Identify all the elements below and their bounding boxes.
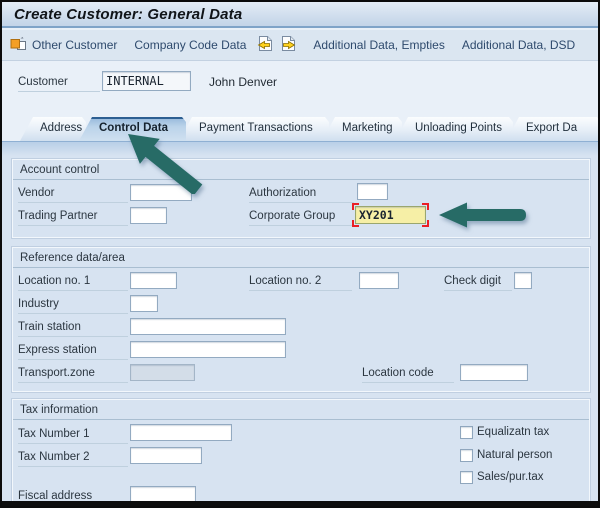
other-customer-label: Other Customer (32, 38, 117, 52)
additional-data-dsd-label: Additional Data, DSD (462, 38, 575, 52)
vendor-label: Vendor (18, 186, 128, 203)
sales-pur-tax-checkbox[interactable] (460, 471, 473, 484)
trading-partner-label: Trading Partner (18, 209, 128, 226)
tab-export-data[interactable]: Export Da (506, 117, 600, 141)
tab-unloading-points[interactable]: Unloading Points (395, 117, 513, 141)
train-station-input[interactable] (130, 318, 286, 335)
customer-input[interactable]: INTERNAL (102, 71, 191, 91)
company-code-data-button[interactable]: Company Code Data (134, 38, 246, 52)
tab-export-data-label: Export Da (526, 122, 577, 134)
location1-input[interactable] (130, 272, 177, 289)
customer-label: Customer (18, 75, 100, 92)
customer-name-text: John Denver (209, 75, 277, 89)
application-toolbar: Other Customer Company Code Data (2, 30, 598, 61)
industry-input[interactable] (130, 295, 158, 312)
tax-number-1-input[interactable] (130, 424, 232, 441)
annotation-arrow-control-data-icon (120, 128, 210, 194)
location-code-input[interactable] (460, 364, 528, 381)
other-customer-icon (10, 36, 27, 54)
next-screen-button[interactable] (279, 35, 296, 55)
additional-data-empties-label: Additional Data, Empties (313, 38, 444, 52)
sales-pur-tax-label: Sales/pur.tax (477, 471, 543, 483)
other-customer-button[interactable]: Other Customer (10, 36, 117, 54)
group-reference-data-title: Reference data/area (13, 248, 589, 268)
tab-marketing-label: Marketing (342, 122, 393, 134)
tab-address-label: Address (40, 122, 82, 134)
tax-number-1-label: Tax Number 1 (18, 427, 128, 444)
industry-label: Industry (18, 297, 128, 314)
page-arrow-left-icon (256, 35, 273, 55)
natural-person-checkbox[interactable] (460, 449, 473, 462)
annotation-arrow-corporate-group-icon (436, 201, 528, 229)
tab-marketing[interactable]: Marketing (322, 117, 402, 141)
group-account-control-title: Account control (13, 160, 589, 180)
location-code-label: Location code (362, 366, 454, 383)
location1-label: Location no. 1 (18, 274, 128, 291)
transport-zone-input[interactable] (130, 364, 195, 381)
natural-person-label: Natural person (477, 449, 552, 461)
transport-zone-label: Transport.zone (18, 366, 128, 383)
window-title-bar: Create Customer: General Data (2, 2, 598, 28)
tax-number-2-label: Tax Number 2 (18, 450, 128, 467)
check-digit-label: Check digit (444, 274, 512, 291)
group-tax-information-title: Tax information (13, 400, 589, 420)
train-station-label: Train station (18, 320, 128, 337)
check-digit-input[interactable] (514, 272, 532, 289)
trading-partner-input[interactable] (130, 207, 167, 224)
page-arrow-right-icon (279, 35, 296, 55)
page-title: Create Customer: General Data (2, 6, 242, 23)
location2-label: Location no. 2 (249, 274, 352, 291)
authorization-input[interactable] (357, 183, 388, 200)
tab-unloading-points-label: Unloading Points (415, 122, 502, 134)
sap-window: Create Customer: General Data Other Cust… (0, 0, 600, 508)
tax-number-2-input[interactable] (130, 447, 202, 464)
express-station-input[interactable] (130, 341, 286, 358)
corporate-group-selection: XY201 (352, 203, 429, 227)
additional-data-empties-button[interactable]: Additional Data, Empties (313, 38, 444, 52)
company-code-data-label: Company Code Data (134, 38, 246, 52)
location2-input[interactable] (359, 272, 399, 289)
additional-data-dsd-button[interactable]: Additional Data, DSD (462, 38, 575, 52)
tab-payment-transactions-label: Payment Transactions (199, 122, 313, 134)
tab-strip: Address Control Data Payment Transaction… (20, 117, 600, 141)
equalizatn-tax-label: Equalizatn tax (477, 426, 549, 438)
express-station-label: Express station (18, 343, 128, 360)
corporate-group-label: Corporate Group (249, 209, 354, 226)
corporate-group-input[interactable]: XY201 (355, 206, 426, 224)
authorization-label: Authorization (249, 186, 354, 203)
bottom-border-bar (2, 501, 598, 506)
previous-screen-button[interactable] (256, 35, 273, 55)
tab-address[interactable]: Address (20, 117, 86, 141)
equalizatn-tax-checkbox[interactable] (460, 426, 473, 439)
